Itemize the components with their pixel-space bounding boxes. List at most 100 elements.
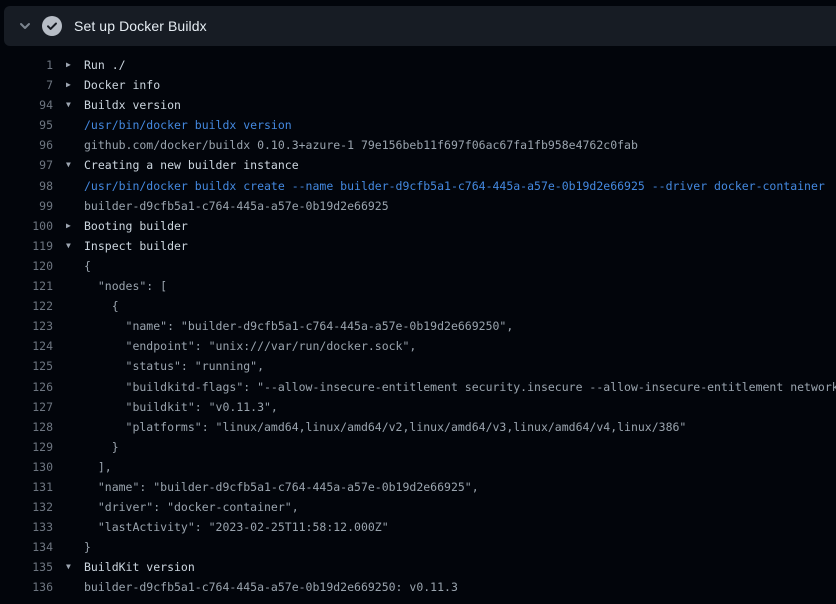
line-number[interactable]: 135 [0, 557, 53, 577]
line-text: { [84, 296, 836, 316]
line-number[interactable]: 98 [0, 176, 53, 196]
log-line-134: 134} [0, 537, 836, 557]
line-text: builder-d9cfb5a1-c764-445a-a57e-0b19d2e6… [84, 577, 836, 597]
line-text: "name": "builder-d9cfb5a1-c764-445a-a57e… [84, 477, 836, 497]
line-number[interactable]: 96 [0, 135, 53, 155]
triangle-right-icon[interactable]: ▶ [53, 216, 84, 236]
gutter-spacer [53, 356, 84, 376]
line-number[interactable]: 121 [0, 276, 53, 296]
triangle-down-icon[interactable]: ▼ [53, 236, 84, 256]
line-number[interactable]: 123 [0, 316, 53, 336]
line-text: "status": "running", [84, 356, 836, 376]
line-text: ], [84, 457, 836, 477]
line-text: BuildKit version [84, 557, 836, 577]
log-line-123: 123 "name": "builder-d9cfb5a1-c764-445a-… [0, 316, 836, 336]
gutter-spacer [53, 115, 84, 135]
line-number[interactable]: 1 [0, 55, 53, 75]
line-number[interactable]: 119 [0, 236, 53, 256]
line-number[interactable]: 124 [0, 336, 53, 356]
log-line-133: 133 "lastActivity": "2023-02-25T11:58:12… [0, 517, 836, 537]
line-text: "nodes": [ [84, 276, 836, 296]
log-line-128: 128 "platforms": "linux/amd64,linux/amd6… [0, 417, 836, 437]
log-line-120: 120 { [0, 256, 836, 276]
gutter-spacer [53, 135, 84, 155]
log-line-99: 99 builder-d9cfb5a1-c764-445a-a57e-0b19d2… [0, 196, 836, 216]
log-line-124: 124 "endpoint": "unix:///var/run/docker.… [0, 336, 836, 356]
log-line-94[interactable]: 94▼Buildx version [0, 95, 836, 115]
line-text: Booting builder [84, 216, 836, 236]
gutter-spacer [53, 316, 84, 336]
line-number[interactable]: 97 [0, 155, 53, 175]
line-text: } [84, 537, 836, 557]
triangle-right-icon[interactable]: ▶ [53, 55, 84, 75]
gutter-spacer [53, 537, 84, 557]
line-text: "name": "builder-d9cfb5a1-c764-445a-a57e… [84, 316, 836, 336]
log-line-100[interactable]: 100▶Booting builder [0, 216, 836, 236]
line-text: } [84, 437, 836, 457]
log-lines: 1▶Run ./7▶Docker info94▼Buildx version95… [0, 55, 836, 598]
log-line-1[interactable]: 1▶Run ./ [0, 55, 836, 75]
line-text: "buildkit": "v0.11.3", [84, 397, 836, 417]
line-number[interactable]: 136 [0, 577, 53, 597]
line-number[interactable]: 7 [0, 75, 53, 95]
line-text: builder-d9cfb5a1-c764-445a-a57e-0b19d2e6… [84, 196, 836, 216]
log-line-125: 125 "status": "running", [0, 356, 836, 376]
line-number[interactable]: 126 [0, 377, 53, 397]
line-text: /usr/bin/docker buildx version [84, 115, 836, 135]
line-text: "platforms": "linux/amd64,linux/amd64/v2… [84, 417, 836, 437]
line-text: "buildkitd-flags": "--allow-insecure-ent… [84, 377, 836, 397]
log-line-136: 136 builder-d9cfb5a1-c764-445a-a57e-0b19d… [0, 577, 836, 597]
line-number[interactable]: 95 [0, 115, 53, 135]
line-number[interactable]: 127 [0, 397, 53, 417]
triangle-down-icon[interactable]: ▼ [53, 95, 84, 115]
line-number[interactable]: 100 [0, 216, 53, 236]
line-text: Run ./ [84, 55, 836, 75]
gutter-spacer [53, 457, 84, 477]
step-header[interactable]: Set up Docker Buildx [4, 6, 836, 46]
log-line-135[interactable]: 135▼BuildKit version [0, 557, 836, 577]
line-text: github.com/docker/buildx 0.10.3+azure-1 … [84, 135, 836, 155]
log-view: 1▶Run ./7▶Docker info94▼Buildx version95… [0, 46, 836, 604]
line-text: "endpoint": "unix:///var/run/docker.sock… [84, 336, 836, 356]
triangle-down-icon[interactable]: ▼ [53, 155, 84, 175]
line-text: /usr/bin/docker buildx create --name bui… [84, 176, 836, 196]
triangle-down-icon[interactable]: ▼ [53, 557, 84, 577]
line-number[interactable]: 134 [0, 537, 53, 557]
line-text: { [84, 256, 836, 276]
line-number[interactable]: 132 [0, 497, 53, 517]
line-number[interactable]: 122 [0, 296, 53, 316]
gutter-spacer [53, 196, 84, 216]
log-line-119[interactable]: 119▼Inspect builder [0, 236, 836, 256]
line-number[interactable]: 130 [0, 457, 53, 477]
line-number[interactable]: 99 [0, 196, 53, 216]
line-text: Docker info [84, 75, 836, 95]
triangle-right-icon[interactable]: ▶ [53, 75, 84, 95]
gutter-spacer [53, 397, 84, 417]
line-number[interactable]: 131 [0, 477, 53, 497]
gutter-spacer [53, 176, 84, 196]
gutter-spacer [53, 517, 84, 537]
line-number[interactable]: 94 [0, 95, 53, 115]
chevron-down-icon[interactable] [18, 19, 32, 33]
log-line-129: 129 } [0, 437, 836, 457]
log-line-97[interactable]: 97▼Creating a new builder instance [0, 155, 836, 175]
gutter-spacer [53, 497, 84, 517]
line-number[interactable]: 125 [0, 356, 53, 376]
log-line-96: 96 github.com/docker/buildx 0.10.3+azure-… [0, 135, 836, 155]
gutter-spacer [53, 336, 84, 356]
step-title: Set up Docker Buildx [74, 18, 207, 34]
log-line-132: 132 "driver": "docker-container", [0, 497, 836, 517]
gutter-spacer [53, 377, 84, 397]
line-text: "lastActivity": "2023-02-25T11:58:12.000… [84, 517, 836, 537]
line-number[interactable]: 133 [0, 517, 53, 537]
gutter-spacer [53, 577, 84, 597]
log-line-7[interactable]: 7▶Docker info [0, 75, 836, 95]
line-number[interactable]: 129 [0, 437, 53, 457]
log-line-121: 121 "nodes": [ [0, 276, 836, 296]
gutter-spacer [53, 276, 84, 296]
log-line-95: 95/usr/bin/docker buildx version [0, 115, 836, 135]
gutter-spacer [53, 296, 84, 316]
line-number[interactable]: 120 [0, 256, 53, 276]
gutter-spacer [53, 256, 84, 276]
line-number[interactable]: 128 [0, 417, 53, 437]
